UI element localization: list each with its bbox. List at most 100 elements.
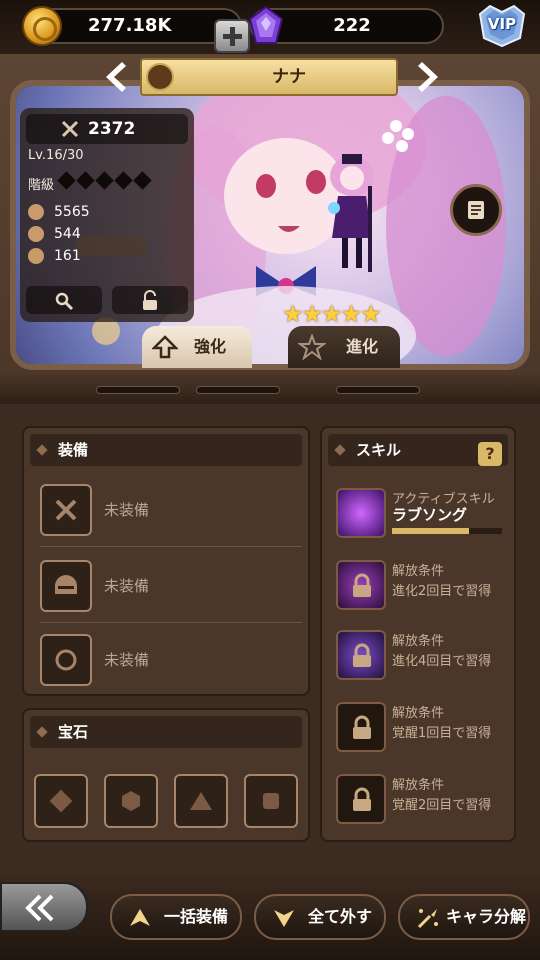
unlock-condition-text: 進化2回目で習得 (392, 584, 492, 599)
unlock-condition-label: 解放条件 (392, 706, 445, 721)
inspect-button[interactable] (26, 286, 102, 314)
skill-locked-2[interactable]: 解放条件 進化4回目で習得 (332, 626, 502, 686)
unlock-condition-text: 覚醒1回目で習得 (392, 726, 492, 741)
locked-skill-icon (336, 774, 386, 824)
tab-enhance[interactable]: 強化 (142, 326, 252, 368)
diamond-shape-icon (49, 789, 73, 813)
slot-separator (40, 546, 302, 547)
gold-coin-icon (22, 6, 62, 46)
character-name: ナナ (272, 67, 306, 87)
gem-title: 宝石 (58, 723, 89, 741)
helmet-icon (55, 575, 77, 594)
defense-value: 161 (54, 248, 81, 264)
unlock-condition-label: 解放条件 (392, 778, 445, 793)
hexagon-shape-icon (122, 791, 140, 811)
purple-gem-icon (248, 5, 284, 44)
skill-locked-4[interactable]: 解放条件 覚醒2回目で習得 (332, 770, 502, 830)
break-sword-icon (417, 909, 438, 929)
bullet-icon (36, 444, 48, 456)
skill-level-bar (392, 528, 502, 534)
back-button[interactable] (0, 882, 88, 932)
unlock-icon (143, 290, 157, 310)
bullet-icon (36, 726, 48, 738)
skill-name: ラブソング (392, 506, 468, 524)
shield-icon (28, 248, 44, 264)
locked-skill-icon (336, 702, 386, 752)
skill-locked-3[interactable]: 解放条件 覚醒1回目で習得 (332, 698, 502, 758)
equip-all-label: 一括装備 (164, 907, 229, 926)
star-icon: ★ (340, 300, 363, 328)
weapon-slot[interactable] (40, 484, 92, 536)
rank-diamond-icon (114, 171, 133, 190)
tab-enhance-label: 強化 (194, 337, 227, 356)
rank-diamond-icon (76, 171, 95, 190)
star-icon: ★ (360, 300, 382, 328)
skills-panel: スキル ? アクティブスキル ラブソング 解放条件 進化2回目で習得 解放条件 … (320, 426, 516, 842)
rank-diamond-icon (95, 171, 114, 190)
character-level: Lv.16/30 (28, 148, 84, 163)
vip-button[interactable]: VIP (476, 4, 528, 48)
rank-diamond-icon (57, 171, 76, 190)
next-character-arrow-icon[interactable] (416, 60, 444, 94)
star-rating: ★★★★★ (282, 300, 382, 328)
skill-locked-1[interactable]: 解放条件 進化2回目で習得 (332, 556, 502, 616)
chevron-up-icon (130, 909, 150, 926)
tab-evolve[interactable]: 進化 (288, 326, 400, 368)
add-gold-button[interactable] (214, 19, 250, 53)
lock-icon (353, 787, 371, 811)
gem-panel: 宝石 (22, 708, 310, 842)
evolve-star-icon (298, 334, 326, 360)
accessory-slot[interactable] (40, 634, 92, 686)
remove-all-label: 全て外す (308, 907, 373, 926)
gem-slot-diamond[interactable] (34, 774, 88, 828)
gem-slot-triangle[interactable] (174, 774, 228, 828)
combat-power: 2372 (26, 114, 188, 144)
disassemble-label: キャラ分解 (446, 907, 527, 926)
unlock-condition-label: 解放条件 (392, 564, 445, 579)
skill-active[interactable]: アクティブスキル ラブソング (332, 484, 502, 544)
character-name-plate: ナナ (140, 58, 398, 96)
equipment-panel: 装備 未装備 未装備 未装備 (22, 426, 310, 696)
equipment-title: 装備 (58, 441, 89, 459)
help-button[interactable]: ? (478, 442, 502, 466)
disco-ball-skill-icon (336, 488, 386, 538)
lock-toggle-button[interactable] (112, 286, 188, 314)
accessory-slot-label: 未装備 (104, 651, 150, 669)
square-shape-icon (263, 793, 279, 809)
gem-slot-hexagon[interactable] (104, 774, 158, 828)
sword-icon (28, 226, 44, 242)
star-icon: ★ (301, 300, 324, 328)
weapon-slot-label: 未装備 (104, 501, 150, 519)
vip-label: VIP (487, 15, 517, 33)
unlock-condition-text: 覚醒2回目で習得 (392, 798, 492, 813)
triangle-shape-icon (190, 792, 212, 810)
character-stats-panel: 2372 Lv.16/30 階級 5565 544 161 (20, 108, 194, 322)
bullet-icon (334, 444, 346, 456)
star-icon: ★ (321, 300, 343, 328)
scroll-icon (468, 201, 484, 219)
gem-slot-square[interactable] (244, 774, 298, 828)
profile-scroll-button[interactable] (450, 184, 502, 236)
rank-diamond-icon (133, 171, 152, 190)
chevron-down-icon (274, 910, 294, 927)
rank-label: 階級 (28, 178, 55, 193)
disassemble-character-button[interactable]: キャラ分解 (398, 894, 530, 940)
equip-all-button[interactable]: 一括装備 (110, 894, 242, 940)
gem-amount: 222 (333, 15, 371, 36)
remove-all-button[interactable]: 全て外す (254, 894, 386, 940)
previous-character-arrow-icon[interactable] (100, 60, 128, 94)
hinge-center-right (336, 386, 420, 394)
gem-header: 宝石 (30, 716, 302, 748)
armor-slot[interactable] (40, 560, 92, 612)
top-currency-bar: 277.18K 222 VIP (0, 0, 540, 54)
crossed-swords-icon (61, 120, 79, 138)
locked-skill-icon (336, 630, 386, 680)
hinge-left (96, 386, 180, 394)
crossed-swords-icon (55, 499, 77, 521)
bottom-action-bar: 一括装備 全て外す キャラ分解 (0, 874, 540, 960)
unlock-condition-text: 進化4回目で習得 (392, 654, 492, 669)
arrow-up-icon (152, 335, 178, 359)
star-icon: ★ (282, 300, 304, 328)
hp-value: 5565 (54, 204, 90, 220)
lock-icon (353, 643, 371, 667)
